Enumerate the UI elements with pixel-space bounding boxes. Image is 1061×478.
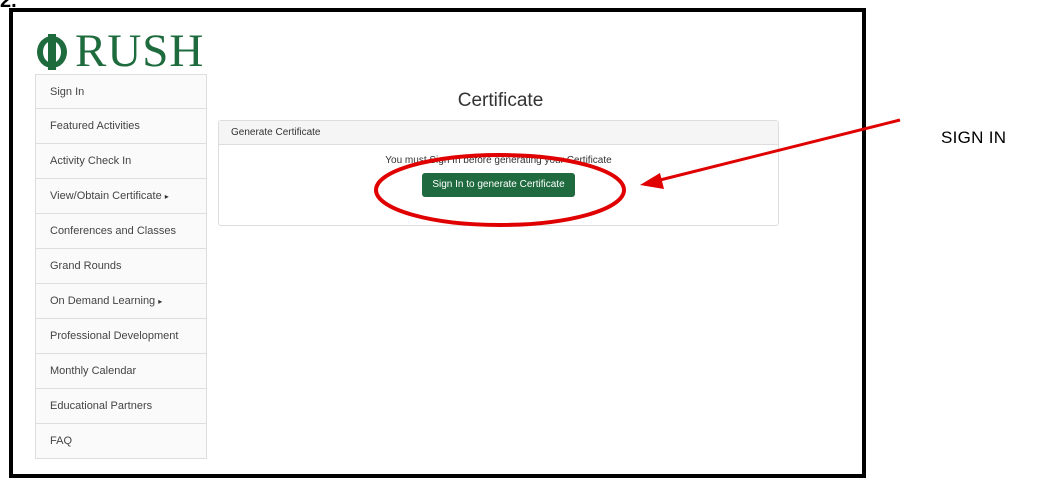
highlight-circle xyxy=(374,153,626,227)
arrow-head-icon xyxy=(640,173,664,189)
annotation-label: SIGN IN xyxy=(941,128,1007,147)
annotation-arrow-line xyxy=(655,118,901,183)
annotation-overlay xyxy=(374,118,901,227)
